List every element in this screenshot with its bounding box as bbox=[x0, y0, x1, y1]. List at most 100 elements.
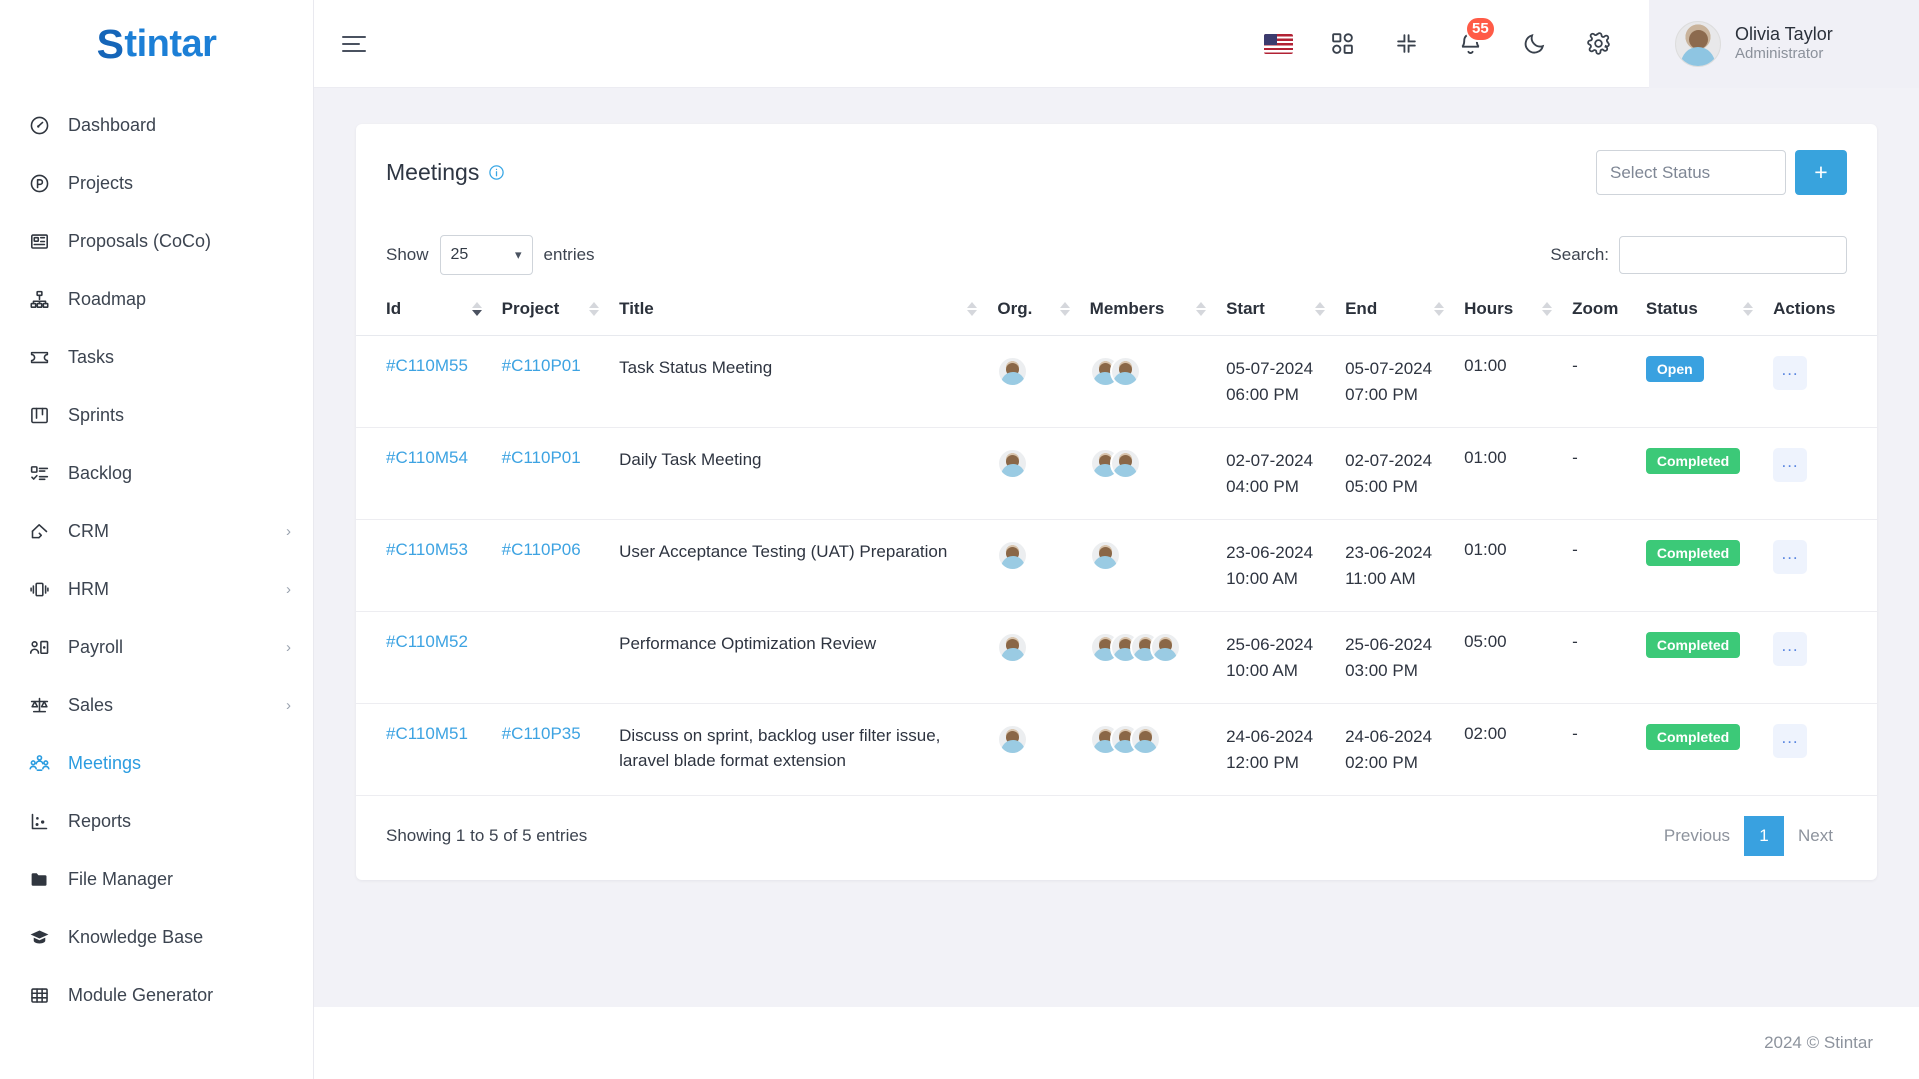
sidebar-item-proposals-coco[interactable]: Proposals (CoCo) bbox=[0, 212, 313, 270]
table-row: #C110M55 #C110P01 Task Status Meeting 05-07… bbox=[356, 335, 1877, 428]
sidebar-item-meetings[interactable]: Meetings bbox=[0, 734, 313, 792]
pagination-previous[interactable]: Previous bbox=[1650, 816, 1744, 856]
avatar[interactable] bbox=[1109, 448, 1141, 479]
chevron-right-icon: › bbox=[286, 696, 291, 714]
sort-toggle-icon[interactable] bbox=[1524, 302, 1553, 316]
user-menu[interactable]: Olivia Taylor Administrator bbox=[1649, 0, 1919, 88]
end-date: 24-06-2024 bbox=[1345, 727, 1433, 746]
pagination-next[interactable]: Next bbox=[1784, 816, 1847, 856]
folder-icon bbox=[26, 866, 52, 892]
brand-logo[interactable]: Stintar bbox=[0, 0, 313, 88]
sidebar-item-backlog[interactable]: Backlog bbox=[0, 444, 313, 502]
meeting-id[interactable]: #C110M53 bbox=[386, 540, 468, 559]
organizer-cell bbox=[987, 335, 1080, 428]
meeting-id[interactable]: #C110M52 bbox=[386, 632, 468, 651]
avatar[interactable] bbox=[1149, 632, 1181, 663]
avatar[interactable] bbox=[1129, 724, 1161, 755]
info-icon[interactable] bbox=[488, 164, 505, 181]
row-actions-menu-button[interactable]: ... bbox=[1773, 632, 1808, 666]
meeting-id[interactable]: #C110M55 bbox=[386, 356, 468, 375]
status-filter-select[interactable]: Select Status bbox=[1596, 150, 1786, 195]
sort-toggle-icon[interactable] bbox=[1178, 302, 1207, 316]
avatar[interactable] bbox=[997, 724, 1029, 755]
pagination: Previous 1 Next bbox=[1650, 816, 1847, 856]
row-actions-menu-button[interactable]: ... bbox=[1773, 448, 1808, 482]
hamburger-icon[interactable] bbox=[342, 22, 386, 66]
avatar[interactable] bbox=[1089, 540, 1121, 571]
meeting-title-cell: Discuss on sprint, backlog user filter i… bbox=[609, 703, 988, 796]
project-id[interactable]: #C110P01 bbox=[502, 448, 581, 467]
organizer-avatars bbox=[997, 540, 1069, 571]
project-id[interactable]: #C110P01 bbox=[502, 356, 581, 375]
sort-toggle-icon[interactable] bbox=[949, 302, 978, 316]
chevron-down-icon: ▾ bbox=[515, 247, 522, 262]
sidebar-item-sales[interactable]: Sales › bbox=[0, 676, 313, 734]
sidebar-item-projects[interactable]: Projects bbox=[0, 154, 313, 212]
sidebar-item-roadmap[interactable]: Roadmap bbox=[0, 270, 313, 328]
pagination-page-1[interactable]: 1 bbox=[1744, 816, 1785, 856]
row-actions-menu-button[interactable]: ... bbox=[1773, 724, 1808, 758]
meeting-id[interactable]: #C110M54 bbox=[386, 448, 468, 467]
page-footer: 2024 © Stintar bbox=[314, 1007, 1919, 1079]
brand-mark: S bbox=[96, 20, 124, 67]
sidebar-item-hrm[interactable]: HRM › bbox=[0, 560, 313, 618]
avatar[interactable] bbox=[997, 448, 1029, 479]
sort-toggle-icon[interactable] bbox=[454, 302, 482, 316]
meeting-id-cell: #C110M55 bbox=[356, 335, 492, 428]
sort-toggle-icon[interactable] bbox=[1297, 302, 1326, 316]
search-input[interactable] bbox=[1619, 236, 1847, 274]
column-header-status[interactable]: Status bbox=[1635, 285, 1764, 336]
column-header-label: Start bbox=[1226, 299, 1265, 318]
page-length-select[interactable]: 25 ▾ bbox=[439, 235, 533, 275]
fullscreen-exit-icon[interactable] bbox=[1389, 27, 1423, 61]
avatar[interactable] bbox=[997, 356, 1029, 387]
row-actions-menu-button[interactable]: ... bbox=[1773, 540, 1808, 574]
column-header-id[interactable]: Id bbox=[356, 285, 492, 336]
checklist-icon bbox=[26, 460, 52, 486]
avatar[interactable] bbox=[1109, 356, 1141, 387]
end-time: 03:00 PM bbox=[1345, 660, 1418, 680]
sort-toggle-icon[interactable] bbox=[1725, 302, 1754, 316]
row-actions-menu-button[interactable]: ... bbox=[1773, 356, 1808, 390]
sidebar-item-label: Sales bbox=[68, 694, 114, 715]
column-header-project[interactable]: Project bbox=[491, 285, 610, 336]
project-id[interactable]: #C110P06 bbox=[502, 540, 581, 559]
sidebar-item-file-manager[interactable]: File Manager bbox=[0, 850, 313, 908]
apps-grid-icon[interactable] bbox=[1325, 27, 1359, 61]
column-header-title[interactable]: Title bbox=[609, 285, 988, 336]
column-header-hours[interactable]: Hours bbox=[1454, 285, 1563, 336]
sidebar-item-dashboard[interactable]: Dashboard bbox=[0, 96, 313, 154]
sidebar-item-label: Backlog bbox=[68, 462, 133, 483]
add-meeting-button[interactable]: + bbox=[1795, 150, 1847, 195]
show-entries-control: Show 25 ▾ entries bbox=[386, 235, 595, 275]
hours: 05:00 bbox=[1464, 632, 1507, 651]
table-header-row: Id Project Title Org. Members Start End Hours Zo… bbox=[356, 285, 1877, 336]
sidebar-item-payroll[interactable]: Payroll › bbox=[0, 618, 313, 676]
column-header-label: Members bbox=[1089, 299, 1165, 318]
column-header-start[interactable]: Start bbox=[1216, 285, 1336, 336]
avatar[interactable] bbox=[997, 632, 1029, 663]
column-header-members[interactable]: Members bbox=[1079, 285, 1217, 336]
sidebar-item-reports[interactable]: Reports bbox=[0, 792, 313, 850]
column-header-org[interactable]: Org. bbox=[987, 285, 1080, 336]
column-header-end[interactable]: End bbox=[1335, 285, 1455, 336]
project-id[interactable]: #C110P35 bbox=[502, 724, 581, 743]
avatar[interactable] bbox=[997, 540, 1029, 571]
notifications-icon[interactable]: 55 bbox=[1453, 15, 1496, 61]
end-time: 11:00 AM bbox=[1345, 568, 1416, 588]
sidebar-item-knowledge-base[interactable]: Knowledge Base bbox=[0, 908, 313, 966]
dark-mode-icon[interactable] bbox=[1517, 27, 1551, 61]
sidebar-item-sprints[interactable]: Sprints bbox=[0, 386, 313, 444]
sort-toggle-icon[interactable] bbox=[1416, 302, 1445, 316]
actions-cell: ... bbox=[1763, 703, 1877, 796]
start-cell: 02-07-2024 04:00 PM bbox=[1216, 427, 1336, 520]
sidebar-item-tasks[interactable]: Tasks bbox=[0, 328, 313, 386]
sidebar-item-module-generator[interactable]: Module Generator bbox=[0, 966, 313, 1024]
sidebar-item-crm[interactable]: CRM › bbox=[0, 502, 313, 560]
language-flag-icon[interactable] bbox=[1261, 27, 1295, 61]
settings-icon[interactable] bbox=[1581, 27, 1615, 61]
sort-toggle-icon[interactable] bbox=[1042, 302, 1070, 316]
meeting-id[interactable]: #C110M51 bbox=[386, 724, 468, 743]
sort-toggle-icon[interactable] bbox=[571, 302, 600, 316]
start-date: 05-07-2024 bbox=[1226, 359, 1314, 378]
